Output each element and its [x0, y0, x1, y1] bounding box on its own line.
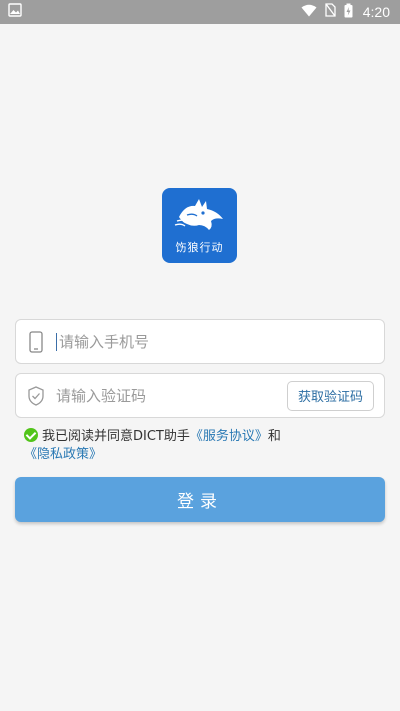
- shield-icon: [16, 385, 56, 406]
- phone-icon: [16, 330, 56, 353]
- phone-field[interactable]: [15, 319, 385, 364]
- no-sim-icon: [325, 3, 336, 21]
- privacy-policy-link[interactable]: 《隐私政策》: [24, 447, 102, 462]
- image-icon: [8, 3, 22, 21]
- agree-check-icon[interactable]: [24, 428, 38, 442]
- agreement-conjunction: 和: [267, 429, 281, 444]
- service-agreement-link[interactable]: 《服务协议》: [190, 429, 268, 444]
- phone-input[interactable]: [59, 320, 384, 363]
- battery-charging-icon: [344, 3, 353, 22]
- logo-text: 饬狼行动: [175, 240, 224, 254]
- code-field[interactable]: 获取验证码: [15, 373, 385, 418]
- code-input[interactable]: [56, 374, 287, 417]
- status-time: 4:20: [362, 4, 390, 20]
- text-caret: [56, 332, 57, 351]
- status-bar: 4:20: [0, 0, 400, 24]
- get-code-button[interactable]: 获取验证码: [286, 380, 374, 411]
- wolf-icon: [173, 197, 227, 237]
- app-logo: 饬狼行动: [162, 188, 237, 263]
- wifi-icon: [301, 4, 317, 21]
- agreement-prefix: 我已阅读并同意DICT助手: [42, 429, 190, 444]
- login-button[interactable]: 登录: [15, 477, 385, 522]
- agreement: 我已阅读并同意DICT助手《服务协议》和《隐私政策》: [24, 428, 364, 464]
